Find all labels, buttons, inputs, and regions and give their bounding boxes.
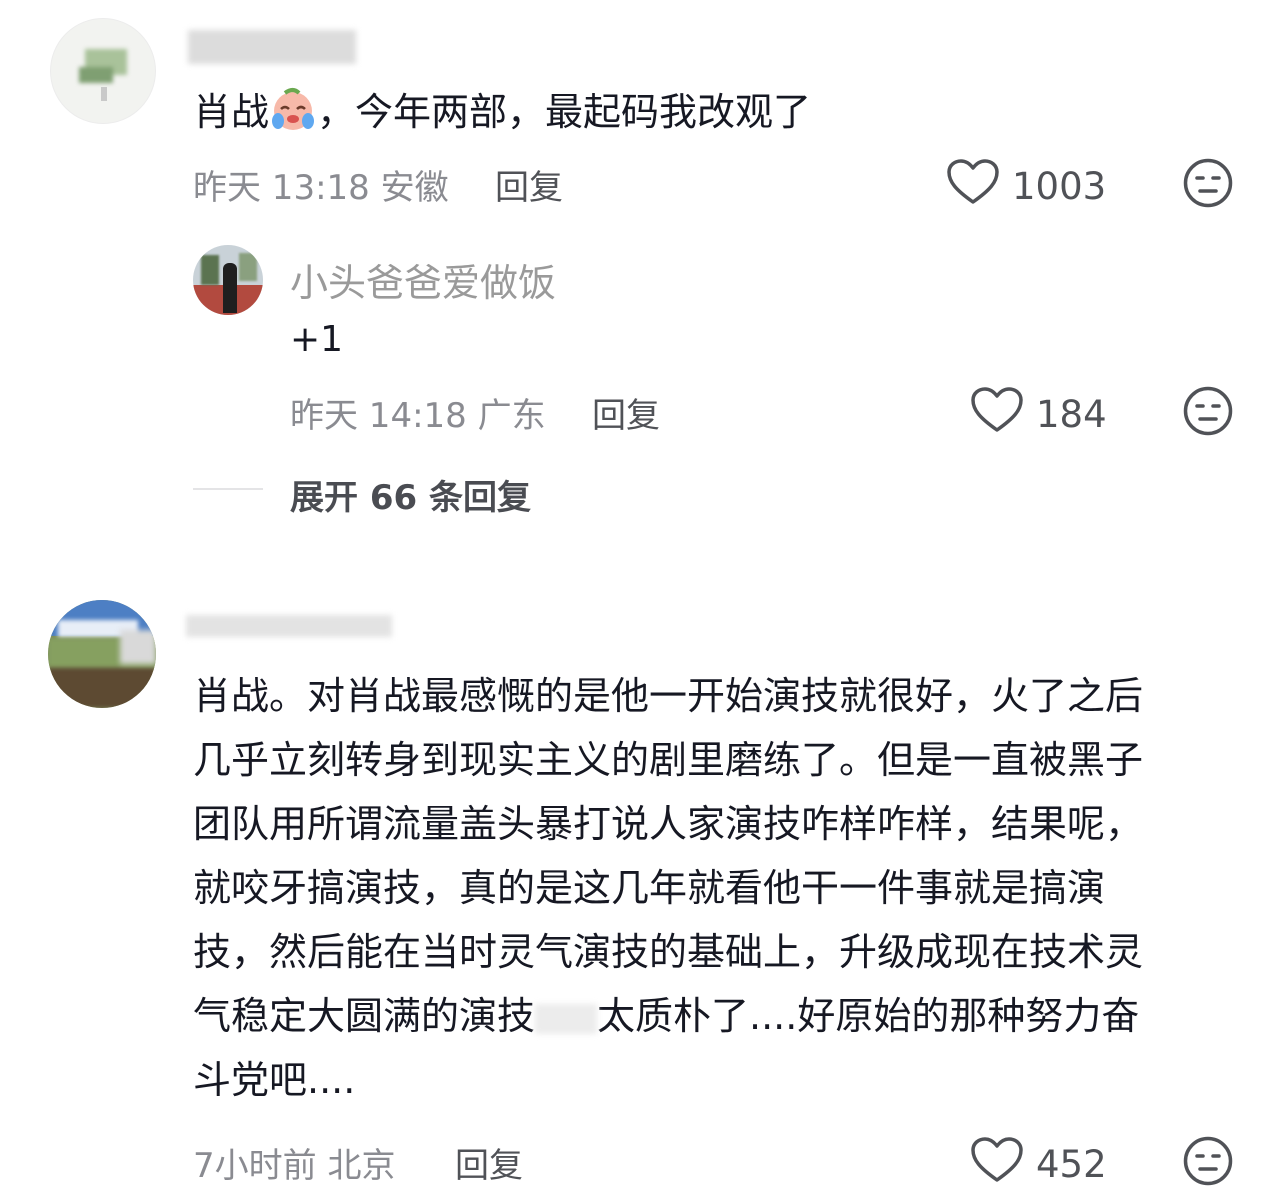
comment-line: 就咬牙搞演技，真的是这几年就看他干一件事就是搞演	[193, 866, 1106, 910]
dislike-face-icon[interactable]	[1182, 157, 1234, 213]
comment-line: 斗党吧....	[193, 1058, 356, 1102]
reply-button[interactable]: 回复	[592, 388, 660, 437]
reply-button[interactable]: 回复	[495, 160, 563, 209]
heart-icon	[946, 158, 1000, 215]
like-button[interactable]: 1003	[946, 158, 1106, 215]
username-blurred[interactable]	[186, 615, 392, 637]
dislike-face-icon[interactable]	[1182, 1135, 1234, 1191]
like-button[interactable]: 452	[970, 1136, 1107, 1193]
blurred-emoji	[535, 1003, 598, 1034]
heart-icon	[970, 386, 1024, 443]
comment-text: 肖战。对肖战最感慨的是他一开始演技就很好，火了之后 几乎立刻转身到现实主义的剧里…	[193, 664, 1253, 1112]
comment-location: 安徽	[380, 168, 449, 208]
reply-username[interactable]: 小头爸爸爱做饭	[290, 252, 556, 307]
comment-line: 技，然后能在当时灵气演技的基础上，升级成现在技术灵	[193, 930, 1144, 974]
avatar[interactable]	[50, 18, 156, 124]
reply-text: +1	[290, 319, 344, 360]
expand-divider	[193, 488, 263, 490]
like-button[interactable]: 184	[970, 386, 1107, 443]
comment-time: 昨天 13:18	[193, 168, 370, 208]
username-blurred[interactable]	[188, 30, 356, 64]
comment-line-part: 太质朴了....好原始的那种努力奋	[597, 994, 1140, 1038]
comment-line: 团队用所谓流量盖头暴打说人家演技咋样咋样，结果呢，	[193, 802, 1144, 846]
like-count: 1003	[1012, 165, 1107, 208]
comment-line: 肖战。对肖战最感慨的是他一开始演技就很好，火了之后	[193, 674, 1144, 718]
avatar[interactable]	[48, 600, 156, 708]
heart-icon	[970, 1136, 1024, 1193]
avatar[interactable]	[193, 245, 263, 315]
comment-meta: 7小时前 北京	[193, 1138, 395, 1187]
comment-text: 肖战 ，今年两部，最起码我改观了	[193, 80, 811, 144]
like-count: 184	[1036, 393, 1107, 436]
comment-text-part: 肖战	[193, 90, 270, 134]
like-count: 452	[1036, 1143, 1107, 1186]
reply-time: 昨天 14:18	[290, 396, 467, 436]
comment-line: 几乎立刻转身到现实主义的剧里磨练了。但是一直被黑子	[193, 738, 1144, 782]
comment-text-part: ，今年两部，最起码我改观了	[317, 90, 812, 134]
expand-replies-button[interactable]: 展开 66 条回复	[290, 470, 531, 519]
comment-line-part: 气稳定大圆满的演技	[193, 994, 536, 1038]
crying-face-emoji-icon	[269, 85, 317, 133]
reply-meta: 昨天 14:18 广东	[290, 388, 546, 437]
dislike-face-icon[interactable]	[1182, 385, 1234, 441]
reply-location: 广东	[477, 396, 546, 436]
comment-line: 气稳定大圆满的演技 太质朴了....好原始的那种努力奋	[193, 984, 1253, 1048]
comment-location: 北京	[327, 1146, 396, 1186]
comment-time: 7小时前	[193, 1146, 317, 1186]
comment-meta: 昨天 13:18 安徽	[193, 160, 449, 209]
reply-button[interactable]: 回复	[455, 1138, 523, 1187]
